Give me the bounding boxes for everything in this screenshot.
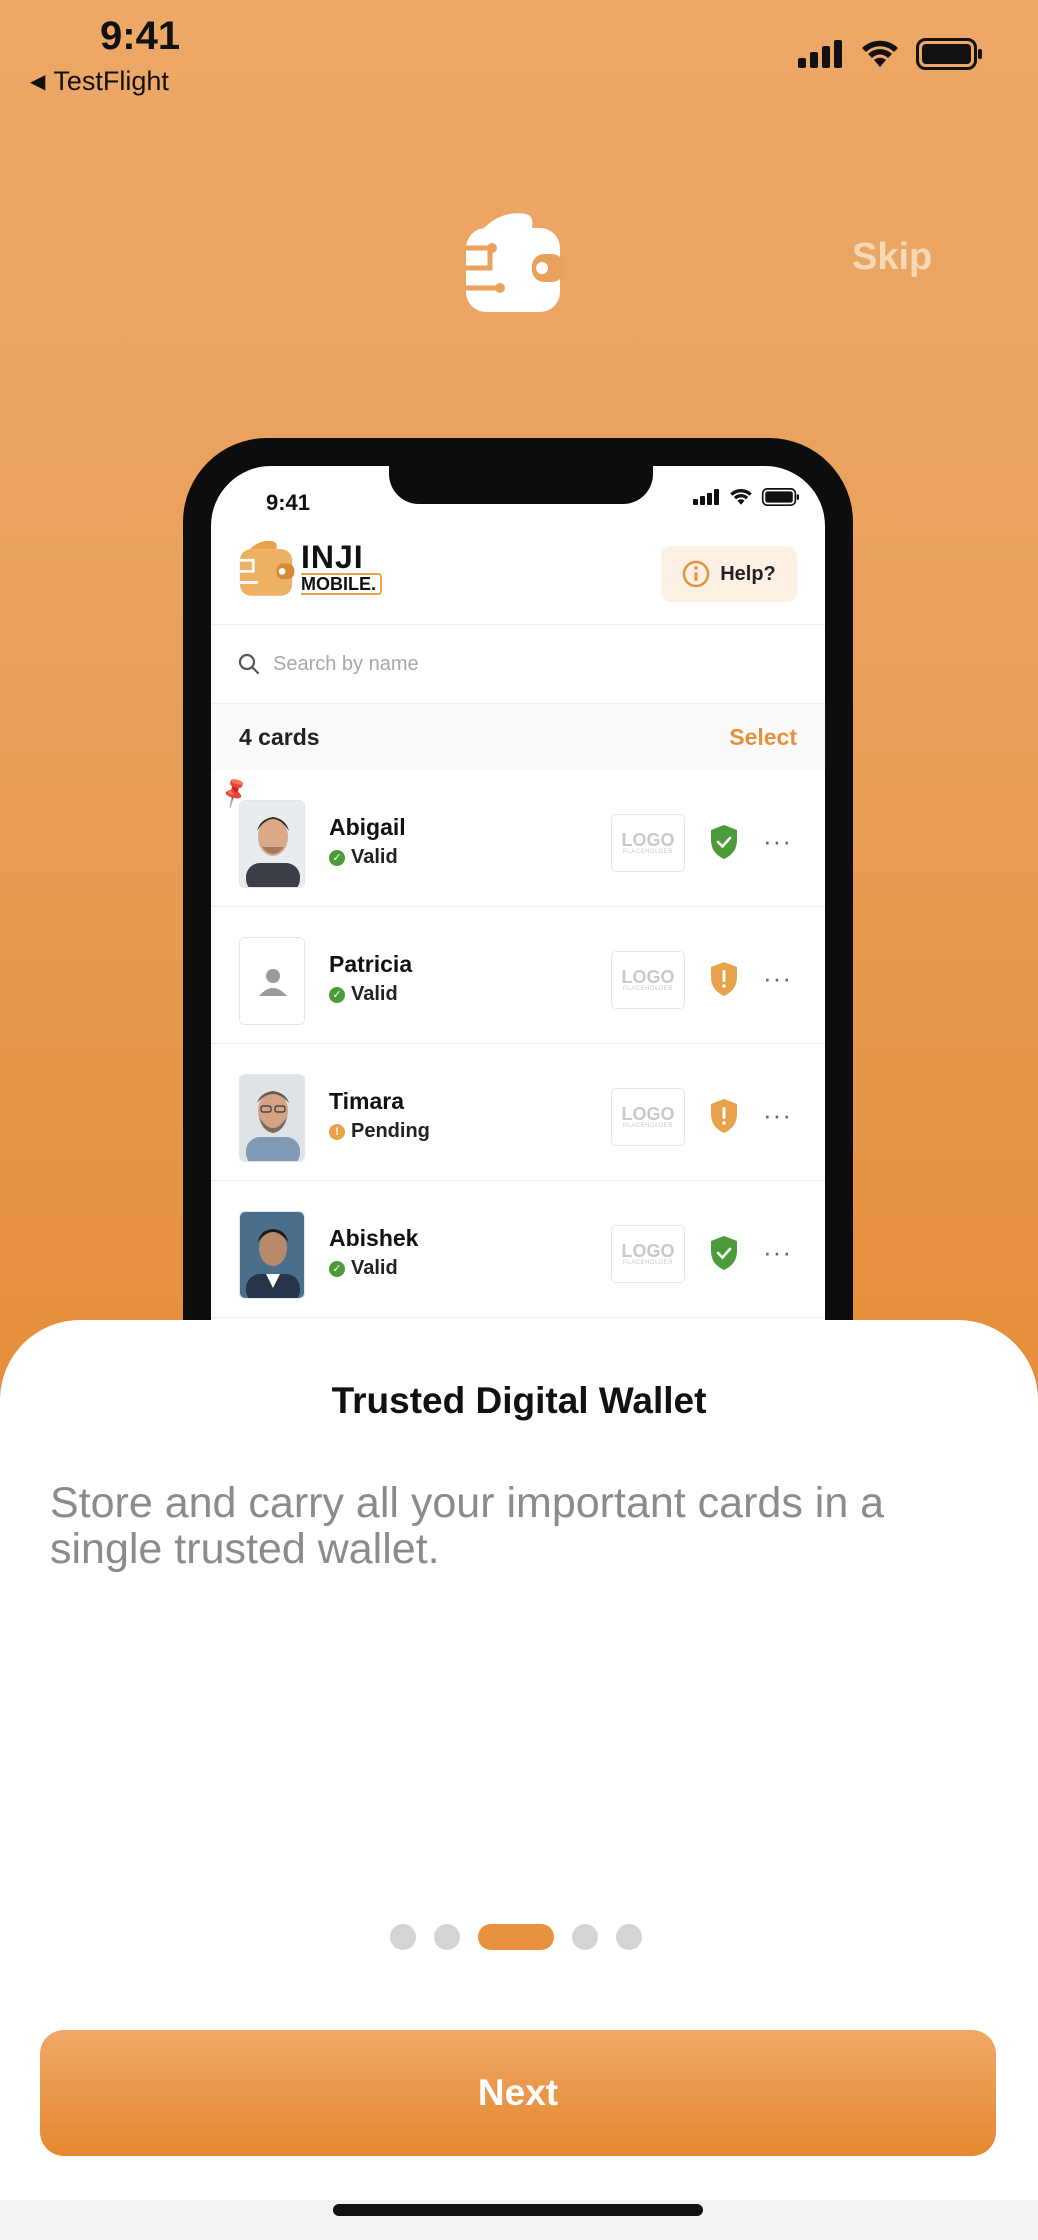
help-button[interactable]: Help? bbox=[661, 546, 797, 602]
card-row[interactable]: 📌 Abigail ✓ Valid LOGO PLACEHOLDER ··· bbox=[211, 770, 825, 907]
logo-placeholder-sub: PLACEHOLDER bbox=[622, 986, 674, 992]
avatar bbox=[239, 1211, 305, 1299]
card-status: ✓ Valid bbox=[329, 983, 398, 1006]
card-status: ✓ Valid bbox=[329, 846, 398, 869]
status-text: Valid bbox=[351, 1257, 398, 1279]
status-text: Valid bbox=[351, 846, 398, 868]
verified-shield-icon bbox=[711, 1236, 737, 1270]
logo-placeholder: LOGO PLACEHOLDER bbox=[611, 951, 685, 1009]
more-options-icon[interactable]: ··· bbox=[763, 826, 792, 857]
back-label: TestFlight bbox=[53, 66, 169, 96]
signal-icon bbox=[798, 40, 842, 68]
search-placeholder: Search by name bbox=[273, 652, 419, 675]
battery-icon bbox=[761, 488, 799, 506]
cards-count: 4 cards bbox=[239, 723, 320, 750]
brand-sub: MOBILE. bbox=[301, 573, 382, 595]
warning-shield-icon bbox=[711, 1099, 737, 1133]
brand-name: INJI bbox=[301, 539, 364, 575]
check-icon: ✓ bbox=[329, 1260, 345, 1277]
logo-placeholder-sub: PLACEHOLDER bbox=[622, 1260, 674, 1266]
wallet-icon bbox=[466, 213, 564, 312]
help-label: Help? bbox=[720, 562, 776, 585]
skip-button[interactable]: Skip bbox=[852, 236, 932, 279]
more-options-icon[interactable]: ··· bbox=[763, 1100, 792, 1131]
status-text: Pending bbox=[351, 1120, 430, 1142]
pending-icon: ! bbox=[329, 1123, 345, 1140]
inji-mobile-logo: INJI MOBILE. bbox=[237, 538, 382, 598]
wifi-icon bbox=[730, 489, 752, 505]
mockup-screen: 9:41 INJI MOBILE. Help? Search by name 4… bbox=[211, 466, 825, 1438]
logo-placeholder-text: LOGO bbox=[621, 1241, 675, 1261]
check-icon: ✓ bbox=[329, 986, 345, 1003]
card-name: Abishek bbox=[329, 1225, 419, 1251]
card-row[interactable]: Abishek ✓ Valid LOGO PLACEHOLDER ··· bbox=[211, 1181, 825, 1318]
onboarding-description: Store and carry all your important cards… bbox=[50, 1479, 885, 1573]
battery-icon bbox=[916, 38, 982, 70]
card-name: Timara bbox=[329, 1088, 405, 1114]
avatar bbox=[239, 800, 305, 888]
logo-placeholder-text: LOGO bbox=[621, 830, 675, 850]
back-to-testflight[interactable]: ◀ TestFlight bbox=[30, 66, 169, 97]
onboarding-sheet: Trusted Digital Wallet Store and carry a… bbox=[0, 1320, 1038, 2200]
onboarding-title: Trusted Digital Wallet bbox=[331, 1380, 707, 1421]
phone-mockup: 9:41 INJI MOBILE. Help? Search by name 4… bbox=[183, 438, 853, 1438]
page-dot[interactable] bbox=[572, 1924, 598, 1950]
info-icon bbox=[682, 560, 710, 588]
phone-notch bbox=[389, 466, 653, 504]
home-indicator bbox=[333, 2204, 703, 2216]
back-arrow-icon: ◀ bbox=[30, 71, 46, 93]
more-options-icon[interactable]: ··· bbox=[763, 963, 792, 994]
mockup-status-icons bbox=[693, 488, 801, 506]
card-status: ! Pending bbox=[329, 1120, 430, 1143]
page-dot[interactable] bbox=[616, 1924, 642, 1950]
avatar-placeholder bbox=[239, 937, 305, 1025]
next-button[interactable]: Next bbox=[40, 2030, 996, 2156]
card-name: Abigail bbox=[329, 814, 406, 840]
more-options-icon[interactable]: ··· bbox=[763, 1237, 792, 1268]
card-row[interactable]: Patricia ✓ Valid LOGO PLACEHOLDER ··· bbox=[211, 907, 825, 1044]
cards-list: 📌 Abigail ✓ Valid LOGO PLACEHOLDER ··· P… bbox=[211, 770, 825, 1318]
status-text: Valid bbox=[351, 983, 398, 1005]
logo-placeholder: LOGO PLACEHOLDER bbox=[611, 1225, 685, 1283]
search-input[interactable]: Search by name bbox=[211, 624, 825, 704]
check-icon: ✓ bbox=[329, 849, 345, 866]
inji-wallet-logo-icon bbox=[239, 540, 295, 596]
logo-placeholder: LOGO PLACEHOLDER bbox=[611, 1088, 685, 1146]
logo-placeholder-text: LOGO bbox=[621, 967, 675, 987]
signal-icon bbox=[693, 489, 719, 505]
logo-placeholder-text: LOGO bbox=[621, 1104, 675, 1124]
page-dot[interactable] bbox=[390, 1924, 416, 1950]
search-icon bbox=[238, 653, 260, 675]
mockup-time: 9:41 bbox=[266, 490, 311, 515]
warning-shield-icon bbox=[711, 962, 737, 996]
cards-header: 4 cards Select bbox=[211, 704, 825, 770]
page-indicator bbox=[390, 1924, 642, 1950]
status-time: 9:41 bbox=[100, 14, 181, 58]
logo-placeholder-sub: PLACEHOLDER bbox=[622, 849, 674, 855]
card-name: Patricia bbox=[329, 951, 413, 977]
page-dot[interactable] bbox=[434, 1924, 460, 1950]
logo-placeholder: LOGO PLACEHOLDER bbox=[611, 814, 685, 872]
page-dot-active[interactable] bbox=[478, 1924, 554, 1950]
avatar bbox=[239, 1074, 305, 1162]
card-status: ✓ Valid bbox=[329, 1257, 398, 1280]
select-button[interactable]: Select bbox=[729, 724, 797, 751]
logo-placeholder-sub: PLACEHOLDER bbox=[622, 1123, 674, 1129]
wifi-icon bbox=[862, 40, 898, 67]
card-row[interactable]: Timara ! Pending LOGO PLACEHOLDER ··· bbox=[211, 1044, 825, 1181]
verified-shield-icon bbox=[711, 825, 737, 859]
status-icons bbox=[798, 38, 984, 70]
